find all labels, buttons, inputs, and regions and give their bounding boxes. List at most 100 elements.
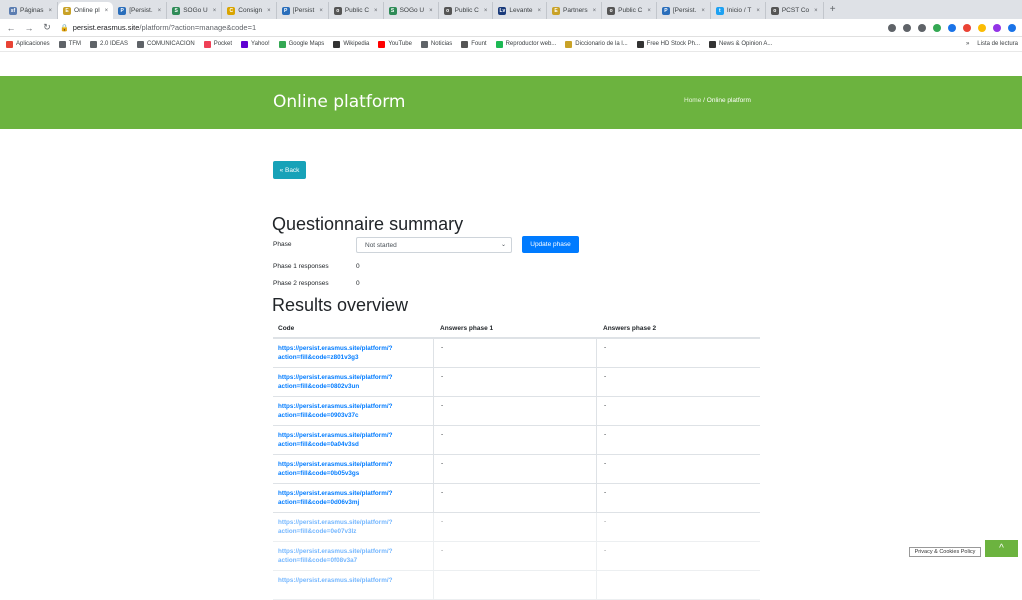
bookmark-icon [495,40,503,48]
reload-icon[interactable]: ↻ [42,22,52,33]
code-link-line2: action=fill&code=0f08v3a7 [278,557,358,564]
code-link-line2: action=fill&code=0a04v3sd [278,441,359,448]
back-arrow-icon[interactable]: ← [6,23,16,33]
bookmark-item[interactable]: COMUNICACION [137,40,195,48]
scroll-to-top-button[interactable]: ^ [985,540,1018,557]
browser-tab[interactable]: P [Persist. × [113,2,168,19]
browser-tab[interactable]: P [Persist × [277,2,329,19]
bookmark-item[interactable]: News & Opinion A... [709,40,772,48]
close-icon[interactable]: × [158,8,162,14]
reading-list-button[interactable]: Lista de lectura [977,41,1018,47]
close-icon[interactable]: × [538,8,542,14]
extension-icon[interactable] [948,23,956,32]
browser-tab[interactable]: o PCST Co × [766,2,824,19]
code-link[interactable]: https://persist.erasmus.site/platform/? a… [273,542,433,570]
bookmark-item[interactable]: Diccionario de la l... [565,40,628,48]
profile-avatar-icon[interactable] [1008,23,1016,32]
bookmark-item[interactable]: YouTube [378,40,412,48]
phase1-responses-label: Phase 1 responses [273,263,329,270]
browser-tab[interactable]: S SOGo U × [384,2,439,19]
bookmark-label: Wikipedia [343,41,370,47]
bookmark-item[interactable]: Yahoo! [241,40,270,48]
close-icon[interactable]: × [267,8,271,14]
bookmark-item[interactable]: TFM [58,40,81,48]
update-phase-button[interactable]: Update phase [522,236,579,253]
questionnaire-summary-heading: Questionnaire summary [272,214,464,234]
close-icon[interactable]: × [814,8,818,14]
browser-tab[interactable]: P [Persist. × [657,2,711,19]
tab-label: Online pl [74,7,100,14]
key-icon[interactable] [888,23,896,32]
breadcrumb-home-link[interactable]: Home [684,97,701,104]
bookmark-label: Reproductor web... [505,41,557,47]
table-body: https://persist.erasmus.site/platform/? a… [273,339,760,600]
favicon-icon: t [715,6,724,15]
phase-label: Phase [273,241,292,248]
browser-tab[interactable]: C Consign × [222,2,277,19]
star-icon[interactable] [918,23,926,32]
url-field[interactable]: 🔒 persist.erasmus.site/platform/?action=… [60,23,880,32]
close-icon[interactable]: × [593,8,597,14]
bookmark-icon [565,40,573,48]
new-tab-button[interactable]: + [824,2,842,19]
code-link[interactable]: https://persist.erasmus.site/platform/? a… [273,397,433,425]
extension-icon[interactable] [963,23,971,32]
tab-label: Public C [344,7,370,14]
close-icon[interactable]: × [429,8,433,14]
close-icon[interactable]: × [49,8,53,14]
extension-icon[interactable] [933,23,941,32]
code-link[interactable]: https://persist.erasmus.site/platform/? a… [273,455,433,483]
bookmark-item[interactable]: Free HD Stock Ph... [636,40,700,48]
close-icon[interactable]: × [701,8,705,14]
extension-icon[interactable] [993,23,1001,32]
close-icon[interactable]: × [105,8,109,14]
browser-tab[interactable]: S SOGo U × [167,2,223,19]
close-icon[interactable]: × [484,8,488,14]
phase-select[interactable]: Not started ⌄ [356,237,512,253]
header-banner: Online platform Home / Online platform [0,76,1022,129]
zoom-icon[interactable] [903,23,911,32]
bookmark-item[interactable]: Fount [461,40,487,48]
lock-icon: 🔒 [60,24,69,32]
browser-tab[interactable]: t Inicio / T × [711,2,766,19]
tab-label: Levante [509,7,533,14]
forward-arrow-icon[interactable]: → [24,23,34,33]
code-link[interactable]: https://persist.erasmus.site/platform/? a… [273,339,433,367]
code-link[interactable]: https://persist.erasmus.site/platform/? a… [273,426,433,454]
code-link[interactable]: https://persist.erasmus.site/platform/? a… [273,368,433,396]
close-icon[interactable]: × [756,8,760,14]
browser-tab[interactable]: o Public C × [329,2,384,19]
bookmark-item[interactable]: Google Maps [278,40,324,48]
close-icon[interactable]: × [213,8,217,14]
bookmark-item[interactable]: Wikipedia [333,40,370,48]
privacy-cookies-button[interactable]: Privacy & Cookies Policy [909,547,981,557]
code-link[interactable]: https://persist.erasmus.site/platform/? a… [273,513,433,541]
back-button[interactable]: « Back [273,161,306,179]
close-icon[interactable]: × [319,8,323,14]
close-icon[interactable]: × [647,8,651,14]
close-icon[interactable]: × [374,8,378,14]
browser-tab[interactable]: sf Páginas × [4,2,59,19]
phase1-responses-value: 0 [356,263,360,270]
code-link[interactable]: https://persist.erasmus.site/platform/? a… [273,484,433,512]
table-row: https://persist.erasmus.site/platform/? a… [273,368,760,397]
browser-tab[interactable]: o Public C × [602,2,657,19]
browser-tab[interactable]: E Online pl × [58,2,114,19]
extension-icon[interactable] [978,23,986,32]
bookmark-item[interactable]: 2.0 IDEAS [90,40,128,48]
table-row: https://persist.erasmus.site/platform/? [273,571,760,600]
table-row: https://persist.erasmus.site/platform/? a… [273,542,760,571]
bookmarks-more-button[interactable]: » [966,41,969,47]
browser-tab[interactable]: o Public C × [439,2,494,19]
browser-tab[interactable]: E Partners × [547,2,603,19]
code-link[interactable]: https://persist.erasmus.site/platform/? [273,571,433,599]
browser-tab[interactable]: Lv Levante × [493,2,548,19]
bookmark-item[interactable]: Aplicaciones [6,40,50,48]
tab-label: Public C [618,7,643,14]
bookmark-icon [90,40,98,48]
tab-label: Consign [238,7,263,14]
bookmark-label: Pocket [213,41,233,47]
bookmark-item[interactable]: Noticias [420,40,452,48]
bookmark-item[interactable]: Pocket [203,40,233,48]
bookmark-item[interactable]: Reproductor web... [495,40,557,48]
